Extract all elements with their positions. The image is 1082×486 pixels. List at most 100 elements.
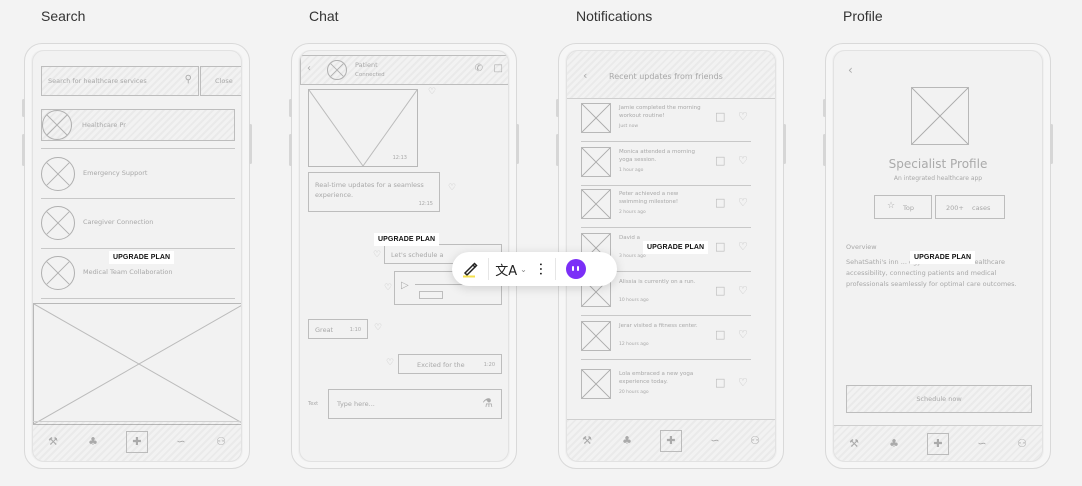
more-options-button[interactable]: … bbox=[533, 252, 555, 286]
comment-icon[interactable]: □ bbox=[715, 240, 725, 253]
back-arrow-icon[interactable]: ‹ bbox=[583, 69, 587, 82]
back-arrow-icon[interactable]: ‹ bbox=[307, 63, 311, 74]
heart-icon[interactable]: ♡ bbox=[384, 283, 392, 293]
list-item[interactable]: Caregiver Connection bbox=[41, 206, 235, 240]
medical-cross-tab-icon[interactable]: ✚ bbox=[126, 430, 148, 453]
heart-icon[interactable]: ♡ bbox=[738, 284, 748, 297]
notification-item[interactable]: Jerar visited a fitness center. 12 hours … bbox=[581, 321, 751, 355]
hospital-tab-icon[interactable]: ⚒ bbox=[847, 437, 861, 450]
close-button-label: Close bbox=[215, 77, 233, 85]
stethoscope-tab-icon[interactable]: ∽ bbox=[708, 434, 722, 447]
hospital-tab-icon[interactable]: ⚒ bbox=[46, 435, 60, 448]
image-time: 12:13 bbox=[392, 155, 407, 161]
search-icon[interactable]: ⚲ bbox=[185, 74, 192, 85]
notification-text: Lola embraced a new yoga experience toda… bbox=[619, 371, 694, 385]
notification-item[interactable]: Peter achieved a new swimming milestone!… bbox=[581, 189, 751, 223]
comment-icon[interactable]: □ bbox=[715, 154, 725, 167]
profile-screen-title: Profile bbox=[843, 8, 883, 24]
medical-cross-tab-icon[interactable]: ✚ bbox=[927, 432, 949, 455]
comment-icon[interactable]: □ bbox=[715, 376, 725, 389]
notification-time: 1 hour ago bbox=[619, 168, 644, 173]
heart-icon[interactable]: ♡ bbox=[374, 323, 382, 333]
upgrade-plan-badge[interactable]: UPGRADE PLAN bbox=[374, 233, 440, 246]
upgrade-plan-badge[interactable]: UPGRADE PLAN bbox=[910, 251, 976, 264]
heart-icon[interactable]: ♡ bbox=[386, 358, 394, 368]
heart-icon[interactable]: ♡ bbox=[738, 196, 748, 209]
notification-text: Alissia is currently on a run. bbox=[619, 279, 696, 285]
heart-icon[interactable]: ♡ bbox=[738, 110, 748, 123]
heart-icon[interactable]: ♡ bbox=[428, 87, 436, 97]
overview-label: Overview bbox=[846, 243, 877, 251]
avatar bbox=[41, 206, 75, 240]
schedule-now-button[interactable]: Schedule now bbox=[846, 385, 1032, 413]
stethoscope-tab-icon[interactable]: ∽ bbox=[975, 437, 989, 450]
community-tab-icon[interactable]: ♣ bbox=[86, 435, 100, 448]
message-time: 1:10 bbox=[349, 327, 361, 333]
divider bbox=[581, 185, 751, 186]
comment-icon[interactable]: □ bbox=[715, 110, 725, 123]
heart-icon[interactable]: ♡ bbox=[448, 183, 456, 193]
search-placeholder: Search for healthcare services bbox=[48, 77, 147, 85]
close-button[interactable]: Close bbox=[200, 66, 241, 96]
divider bbox=[581, 227, 751, 228]
play-icon[interactable]: ▷ bbox=[401, 280, 409, 291]
divider bbox=[581, 141, 751, 142]
list-item-label: Emergency Support bbox=[83, 169, 148, 177]
community-tab-icon[interactable]: ♣ bbox=[620, 434, 634, 447]
list-item[interactable]: Healthcare Pr bbox=[41, 109, 235, 141]
notification-item[interactable]: Lola embraced a new yoga experience toda… bbox=[581, 369, 751, 403]
avatar bbox=[327, 60, 347, 80]
profile-tab-icon[interactable]: ⚇ bbox=[748, 434, 762, 447]
thumbnail-placeholder bbox=[581, 103, 611, 133]
community-tab-icon[interactable]: ♣ bbox=[887, 437, 901, 450]
stethoscope-tab-icon[interactable]: ∽ bbox=[174, 435, 188, 448]
heart-icon[interactable]: ♡ bbox=[373, 250, 381, 260]
notification-time: 2 hours ago bbox=[619, 210, 646, 215]
profile-tab-icon[interactable]: ⚇ bbox=[1015, 437, 1029, 450]
heart-icon[interactable]: ♡ bbox=[738, 240, 748, 253]
profile-tab-icon[interactable]: ⚇ bbox=[214, 435, 228, 448]
phone-icon[interactable]: ✆ bbox=[475, 63, 483, 74]
contact-name: Patient bbox=[355, 61, 378, 69]
message-text: Let's schedule a bbox=[391, 251, 444, 259]
profile-phone-frame: ‹ Specialist Profile An integrated healt… bbox=[823, 43, 1053, 469]
chat-message: Real-time updates for a seamless experie… bbox=[308, 172, 440, 212]
star-icon: ☆ bbox=[887, 201, 896, 211]
highlighter-button[interactable] bbox=[452, 252, 488, 286]
assistant-button[interactable] bbox=[556, 252, 596, 286]
back-arrow-icon[interactable]: ‹ bbox=[848, 63, 853, 77]
avatar bbox=[41, 256, 75, 290]
bottom-tab-bar: ⚒ ♣ ✚ ∽ ⚇ bbox=[834, 425, 1042, 461]
notifications-header: ‹ Recent updates from friends bbox=[567, 51, 775, 99]
notification-time: 20 hours ago bbox=[619, 390, 649, 395]
message-input[interactable]: Type here... ⚗ bbox=[328, 389, 502, 419]
chat-screen-title: Chat bbox=[309, 8, 339, 24]
avatar bbox=[41, 157, 75, 191]
image-message[interactable]: 12:13 bbox=[308, 89, 418, 167]
comment-icon[interactable]: □ bbox=[715, 196, 725, 209]
upgrade-plan-badge[interactable]: UPGRADE PLAN bbox=[643, 241, 709, 254]
schedule-now-label: Schedule now bbox=[916, 395, 962, 403]
translate-icon: 文A bbox=[495, 263, 518, 279]
heart-icon[interactable]: ♡ bbox=[738, 328, 748, 341]
notification-text: Monica attended a morning yoga session. bbox=[619, 149, 695, 163]
message-input-placeholder: Type here... bbox=[337, 400, 375, 408]
notification-item[interactable]: Jamie completed the morning workout rout… bbox=[581, 103, 751, 137]
search-input[interactable]: Search for healthcare services ⚲ bbox=[41, 66, 199, 96]
medical-cross-tab-icon[interactable]: ✚ bbox=[660, 429, 682, 452]
list-item[interactable]: Emergency Support bbox=[41, 157, 235, 191]
search-screen-title: Search bbox=[41, 8, 86, 24]
message-text: Great bbox=[315, 326, 334, 334]
video-icon[interactable]: □ bbox=[494, 63, 503, 74]
notification-item[interactable]: Monica attended a morning yoga session. 1… bbox=[581, 147, 751, 181]
more-vertical-icon: … bbox=[536, 262, 552, 276]
translate-button[interactable]: 文A ⌄ bbox=[489, 252, 533, 286]
upgrade-plan-badge[interactable]: UPGRADE PLAN bbox=[109, 251, 175, 264]
hospital-tab-icon[interactable]: ⚒ bbox=[580, 434, 594, 447]
heart-icon[interactable]: ♡ bbox=[738, 154, 748, 167]
heart-icon[interactable]: ♡ bbox=[738, 376, 748, 389]
comment-icon[interactable]: □ bbox=[715, 284, 725, 297]
comment-icon[interactable]: □ bbox=[715, 328, 725, 341]
attachment-icon[interactable]: ⚗ bbox=[482, 396, 493, 410]
thumbnail-placeholder bbox=[581, 369, 611, 399]
